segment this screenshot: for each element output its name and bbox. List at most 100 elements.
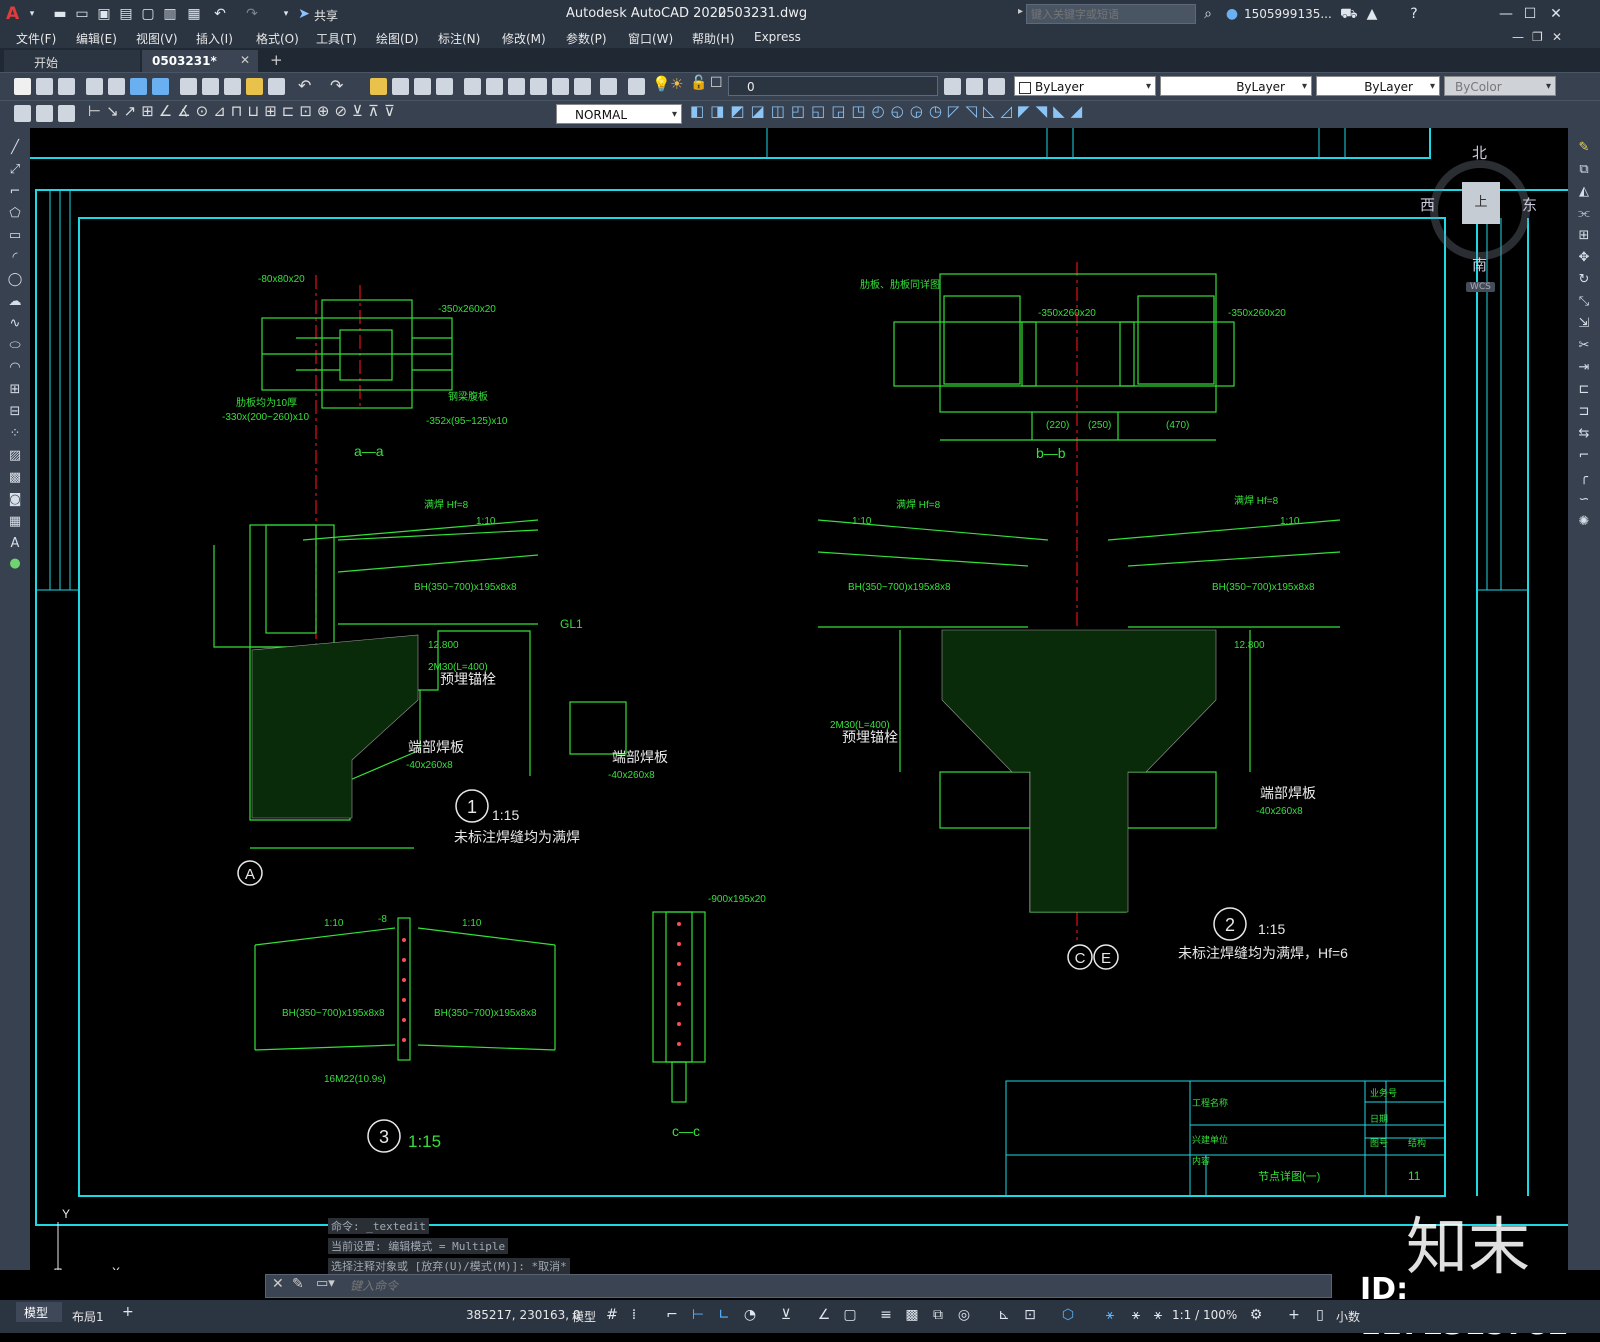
modify-tools-icons[interactable]: ◧◨◩◪◫◰◱◲◳◴◵◶◷◸◹◺◿◤◥◣◢	[690, 102, 1088, 120]
menu-tools[interactable]: 工具(T)	[316, 30, 357, 47]
array-icon[interactable]: ⊞	[1576, 228, 1592, 244]
spline-icon[interactable]: ∿	[7, 316, 23, 332]
save-as-icon[interactable]: ▤	[118, 6, 134, 22]
selection-cycling-icon[interactable]: ⧉	[930, 1306, 946, 1324]
search-icon[interactable]: ⌕	[1200, 6, 1216, 22]
fillet-icon[interactable]: ╭	[1576, 470, 1592, 486]
add-layout-button[interactable]: +	[122, 1304, 134, 1320]
layer-previous-icon[interactable]	[966, 78, 983, 95]
textstyle-dropdown[interactable]: NORMAL	[556, 104, 682, 125]
publish-icon[interactable]	[130, 78, 147, 95]
viewcube-north[interactable]: 北	[1472, 142, 1487, 163]
viewcube-wcs-menu[interactable]: WCS	[1466, 282, 1495, 292]
transparency-icon[interactable]: ▩	[904, 1306, 920, 1324]
grid-icon[interactable]: #	[604, 1306, 620, 1324]
block-editor-icon[interactable]	[268, 78, 285, 95]
drawing-canvas[interactable]: -80x80x20 -350x260x20 -330x(200~260)x10 …	[30, 128, 1585, 1279]
menu-express[interactable]: Express	[754, 30, 801, 44]
menu-draw[interactable]: 绘图(D)	[376, 30, 419, 47]
new-file-icon[interactable]: ▬	[52, 6, 68, 22]
copy-icon[interactable]	[202, 78, 219, 95]
command-customize-icon[interactable]: ✎	[292, 1276, 304, 1292]
mirror-icon[interactable]: ◭	[1576, 184, 1592, 200]
layout-tab-layout1[interactable]: 布局1	[72, 1308, 104, 1325]
zoom-realtime-icon[interactable]	[392, 78, 409, 95]
user-icon[interactable]: ●	[1224, 6, 1240, 22]
circle-icon[interactable]: ◯	[7, 272, 23, 288]
markup-icon[interactable]	[552, 78, 569, 95]
object-snap-tracking-icon[interactable]: ∠	[816, 1306, 832, 1324]
close-icon[interactable]: ✕	[1548, 6, 1564, 22]
layer-freeze-icon[interactable]: ☀	[670, 75, 683, 93]
revcloud-icon[interactable]: ☁	[7, 294, 23, 310]
rectangle-icon[interactable]: ▭	[7, 228, 23, 244]
add-selected-icon[interactable]: ●	[7, 556, 23, 572]
viewcube-top-face[interactable]: 上	[1462, 182, 1500, 224]
polar-tracking-icon[interactable]: ◔	[742, 1306, 758, 1324]
command-input[interactable]	[348, 1276, 1312, 1296]
auto-scale-icon[interactable]: ⚹	[1128, 1306, 1144, 1324]
doc-close-icon[interactable]: ✕	[1552, 30, 1562, 44]
ellipse-arc-icon[interactable]: ◠	[7, 360, 23, 376]
3d-print-icon[interactable]	[152, 78, 169, 95]
cut-icon[interactable]	[180, 78, 197, 95]
layer-states-icon[interactable]	[988, 78, 1005, 95]
linetype-dropdown[interactable]: ByLayer	[1160, 76, 1312, 97]
workspace-gear-icon[interactable]: ⚙	[1248, 1306, 1264, 1324]
design-center-icon[interactable]	[486, 78, 503, 95]
doc-minimize-icon[interactable]: —	[1512, 30, 1524, 44]
save-toolbar-icon[interactable]	[58, 78, 75, 95]
blend-icon[interactable]: ∽	[1576, 492, 1592, 508]
gizmo-icon[interactable]: ⬡	[1060, 1306, 1076, 1324]
dynamic-ucs-icon[interactable]: ⊾	[996, 1306, 1012, 1324]
tab-active-drawing[interactable]: 0503231* ✕	[142, 50, 258, 72]
isodraft-icon[interactable]: ⊻	[778, 1306, 794, 1324]
hatch-icon[interactable]: ▨	[7, 448, 23, 464]
units-icon[interactable]: ▯	[1312, 1306, 1328, 1324]
layer-manager-icon[interactable]	[628, 78, 645, 95]
dimension-tools-icons[interactable]: ⊢↘↗⊞∠∡⊙⊿⊓⊔⊞⊏⊡⊕⊘⊻⊼⊽	[88, 102, 400, 120]
redo-icon[interactable]: ↷	[244, 6, 260, 22]
rotate-icon[interactable]: ↻	[1576, 272, 1592, 288]
menu-format[interactable]: 格式(O)	[256, 30, 299, 47]
tab-close-icon[interactable]: ✕	[240, 53, 250, 67]
menu-dimension[interactable]: 标注(N)	[438, 30, 480, 47]
quickcalc-icon[interactable]	[574, 78, 591, 95]
layer-lock-icon[interactable]: 🔓	[690, 75, 707, 91]
break-icon[interactable]: ⊐	[1576, 404, 1592, 420]
table-icon[interactable]: ▦	[7, 514, 23, 530]
menu-file[interactable]: 文件(F)	[16, 30, 56, 47]
viewcube[interactable]: 上 北 南 西 东 WCS	[1420, 144, 1537, 296]
viewcube-east[interactable]: 东	[1522, 194, 1537, 215]
doc-restore-icon[interactable]: ❐	[1532, 30, 1543, 44]
point-icon[interactable]: ⁘	[7, 426, 23, 442]
region-icon[interactable]: ◙	[7, 492, 23, 508]
menu-window[interactable]: 窗口(W)	[628, 30, 673, 47]
polyline-icon[interactable]: ⌐	[7, 184, 23, 200]
break-point-icon[interactable]: ⊏	[1576, 382, 1592, 398]
paste-icon[interactable]	[224, 78, 241, 95]
viewcube-south[interactable]: 南	[1472, 254, 1487, 275]
share-icon[interactable]: ➤	[296, 6, 312, 22]
units-value[interactable]: 小数	[1336, 1308, 1360, 1325]
trim-icon[interactable]: ✂	[1576, 338, 1592, 354]
print-preview-icon[interactable]	[108, 78, 125, 95]
search-expand-icon[interactable]: ▸	[1018, 6, 1023, 17]
minimize-icon[interactable]: —	[1498, 6, 1514, 22]
chamfer-icon[interactable]: ⌐	[1576, 448, 1592, 464]
print-icon[interactable]	[86, 78, 103, 95]
properties-icon[interactable]	[464, 78, 481, 95]
menu-help[interactable]: 帮助(H)	[692, 30, 734, 47]
coordinates-readout[interactable]: 385217, 230163, 0	[466, 1308, 581, 1322]
arc-icon[interactable]: ◜	[7, 250, 23, 266]
explode-icon[interactable]: ✺	[1576, 514, 1592, 530]
erase-icon[interactable]: ✎	[1576, 140, 1592, 156]
search-input[interactable]	[1026, 4, 1196, 24]
make-block-icon[interactable]: ⊟	[7, 404, 23, 420]
annotation-monitor-icon[interactable]: +	[1286, 1306, 1302, 1324]
layout-tab-model[interactable]: 模型	[16, 1302, 62, 1322]
open-icon[interactable]	[36, 78, 53, 95]
tool-palettes-icon[interactable]	[508, 78, 525, 95]
menu-parameter[interactable]: 参数(P)	[566, 30, 607, 47]
infer-constraints-icon[interactable]: ⌐	[664, 1306, 680, 1324]
